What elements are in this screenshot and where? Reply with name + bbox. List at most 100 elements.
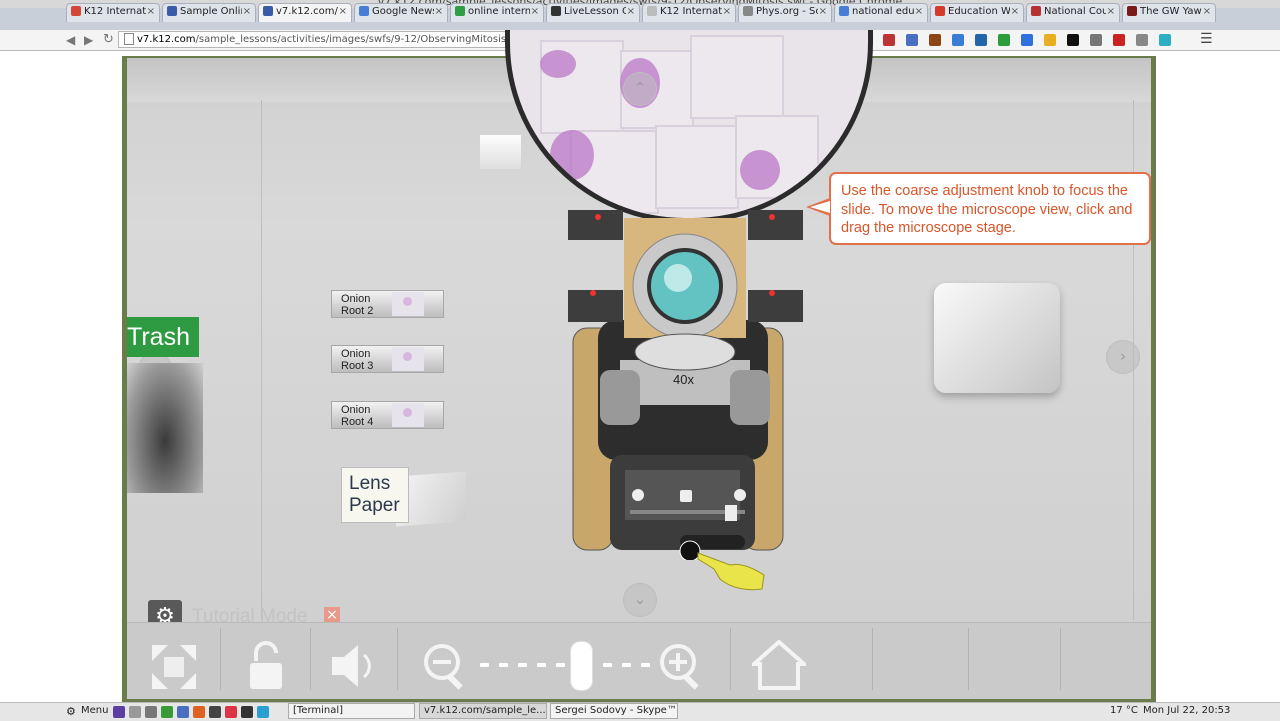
browser-extension-icon[interactable] xyxy=(1067,34,1079,46)
tab-close-icon[interactable]: × xyxy=(819,6,827,17)
launcher-icon[interactable] xyxy=(193,706,205,718)
browser-extension-icon[interactable] xyxy=(883,34,895,46)
tab-close-icon[interactable]: × xyxy=(243,6,251,17)
cotton-cube[interactable] xyxy=(934,283,1060,393)
lens-paper[interactable]: Lens Paper xyxy=(341,467,409,523)
tab-close-icon[interactable]: × xyxy=(147,6,155,17)
start-menu-label[interactable]: Menu xyxy=(81,705,108,716)
chrome-menu-icon[interactable]: ☰ xyxy=(1200,31,1213,47)
cell-nucleus xyxy=(550,130,594,180)
tab-close-icon[interactable]: × xyxy=(339,6,347,17)
home-icon[interactable] xyxy=(752,640,806,690)
tab-label: Sample Onlin xyxy=(180,6,242,17)
launcher-icon[interactable] xyxy=(161,706,173,718)
tab-label: Phys.org - Sc xyxy=(756,6,818,17)
tab-close-icon[interactable]: × xyxy=(723,6,731,17)
tab-close-icon[interactable]: × xyxy=(1107,6,1115,17)
browser-extension-icon[interactable] xyxy=(1090,34,1102,46)
browser-extension-icon[interactable] xyxy=(952,34,964,46)
launcher-icon[interactable] xyxy=(177,706,189,718)
zoom-step-dot[interactable] xyxy=(622,663,631,667)
unlock-icon[interactable] xyxy=(248,641,284,691)
browser-extension-icon[interactable] xyxy=(929,34,941,46)
tab-item[interactable]: national educ × xyxy=(834,3,928,22)
cell xyxy=(690,35,784,119)
tab-label: national educ xyxy=(852,6,914,17)
tab-item[interactable]: Sample Onlin × xyxy=(162,3,256,22)
launcher-icon[interactable] xyxy=(257,706,269,718)
start-menu-icon[interactable]: ⚙ xyxy=(66,705,76,718)
tab-item[interactable]: National Coun× xyxy=(1026,3,1120,22)
zoom-step-dot[interactable] xyxy=(603,663,612,667)
tab-item[interactable]: LiveLesson Or× xyxy=(546,3,640,22)
tab-item[interactable]: K12 Internati × xyxy=(642,3,736,22)
tab-close-icon[interactable]: × xyxy=(1011,6,1019,17)
specimen-slide[interactable]: Onion Root 4 xyxy=(331,401,444,429)
toolbar-divider xyxy=(968,628,969,690)
tab-label: The GW Yawp xyxy=(1140,6,1202,17)
launcher-icon[interactable] xyxy=(145,706,157,718)
address-host: v7.k12.com xyxy=(137,34,196,45)
tab-item[interactable]: K12 Internati × xyxy=(66,3,160,22)
tab-favicon-icon xyxy=(935,6,945,16)
specimen-slide[interactable]: Onion Root 2 xyxy=(331,290,444,318)
tab-label: online interna xyxy=(468,6,530,17)
instruction-callout: Use the coarse adjustment knob to focus … xyxy=(829,172,1151,245)
sound-icon[interactable] xyxy=(330,641,378,691)
browser-extension-icon[interactable] xyxy=(1159,34,1171,46)
launcher-icon[interactable] xyxy=(241,706,253,718)
taskbar-window-button[interactable]: [Terminal] xyxy=(288,703,415,719)
zoom-out-icon[interactable] xyxy=(422,642,470,690)
zoom-slider-handle[interactable] xyxy=(570,641,593,691)
scroll-up-icon[interactable]: ⌃ xyxy=(623,72,657,106)
zoom-step-dot[interactable] xyxy=(537,663,546,667)
zoom-in-icon[interactable] xyxy=(658,642,706,690)
browser-extension-icon[interactable] xyxy=(1136,34,1148,46)
launcher-icon[interactable] xyxy=(209,706,221,718)
tab-item[interactable]: Google News × xyxy=(354,3,448,22)
browser-extension-icon[interactable] xyxy=(906,34,918,46)
browser-extension-icon[interactable] xyxy=(1044,34,1056,46)
browser-extension-icon[interactable] xyxy=(1021,34,1033,46)
address-path: /sample_lessons/activities/images/swfs/9… xyxy=(195,34,527,45)
launcher-icon[interactable] xyxy=(225,706,237,718)
tab-item[interactable]: v7.k12.com/s × xyxy=(258,3,352,22)
zoom-step-dot[interactable] xyxy=(480,663,489,667)
tab-close-icon[interactable]: × xyxy=(1203,6,1211,17)
slide-specimen-dot xyxy=(403,297,412,306)
next-arrow-icon[interactable]: › xyxy=(1106,340,1140,374)
back-icon[interactable]: ◀ xyxy=(66,33,75,47)
launcher-icon[interactable] xyxy=(113,706,125,718)
cover-slip[interactable] xyxy=(480,135,521,169)
taskbar-window-button[interactable]: v7.k12.com/sample_le... xyxy=(419,703,547,719)
browser-extension-icon[interactable] xyxy=(975,34,987,46)
tab-close-icon[interactable]: × xyxy=(531,6,539,17)
zoom-step-dot[interactable] xyxy=(499,663,508,667)
tab-close-icon[interactable]: × xyxy=(435,6,443,17)
scroll-down-icon[interactable]: ⌄ xyxy=(623,583,657,617)
tab-item[interactable]: Phys.org - Sc × xyxy=(738,3,832,22)
specimen-slide[interactable]: Onion Root 3 xyxy=(331,345,444,373)
zoom-step-dot[interactable] xyxy=(556,663,565,667)
browser-extension-icon[interactable] xyxy=(1113,34,1125,46)
forward-icon[interactable]: ▶ xyxy=(84,33,93,47)
launcher-icon[interactable] xyxy=(129,706,141,718)
tab-close-icon[interactable]: × xyxy=(627,6,635,17)
tab-favicon-icon xyxy=(71,6,81,16)
browser-extension-icon[interactable] xyxy=(998,34,1010,46)
toolbar-divider xyxy=(220,628,221,690)
tab-close-icon[interactable]: × xyxy=(915,6,923,17)
tab-item[interactable]: online interna× xyxy=(450,3,544,22)
tab-item[interactable]: The GW Yawp × xyxy=(1122,3,1216,22)
zoom-step-dot[interactable] xyxy=(518,663,527,667)
tab-item[interactable]: Education Wo × xyxy=(930,3,1024,22)
zoom-step-dot[interactable] xyxy=(641,663,650,667)
taskbar-window-button[interactable]: Sergei Sodovy - Skype™ xyxy=(550,703,678,719)
lens-paper-line2: Paper xyxy=(349,495,400,516)
reload-icon[interactable]: ↻ xyxy=(103,32,114,47)
cell xyxy=(655,125,739,209)
tab-label: National Coun xyxy=(1044,6,1106,17)
trash-bin[interactable] xyxy=(127,363,203,493)
tab-favicon-icon xyxy=(743,6,753,16)
fullscreen-icon[interactable] xyxy=(150,643,198,691)
